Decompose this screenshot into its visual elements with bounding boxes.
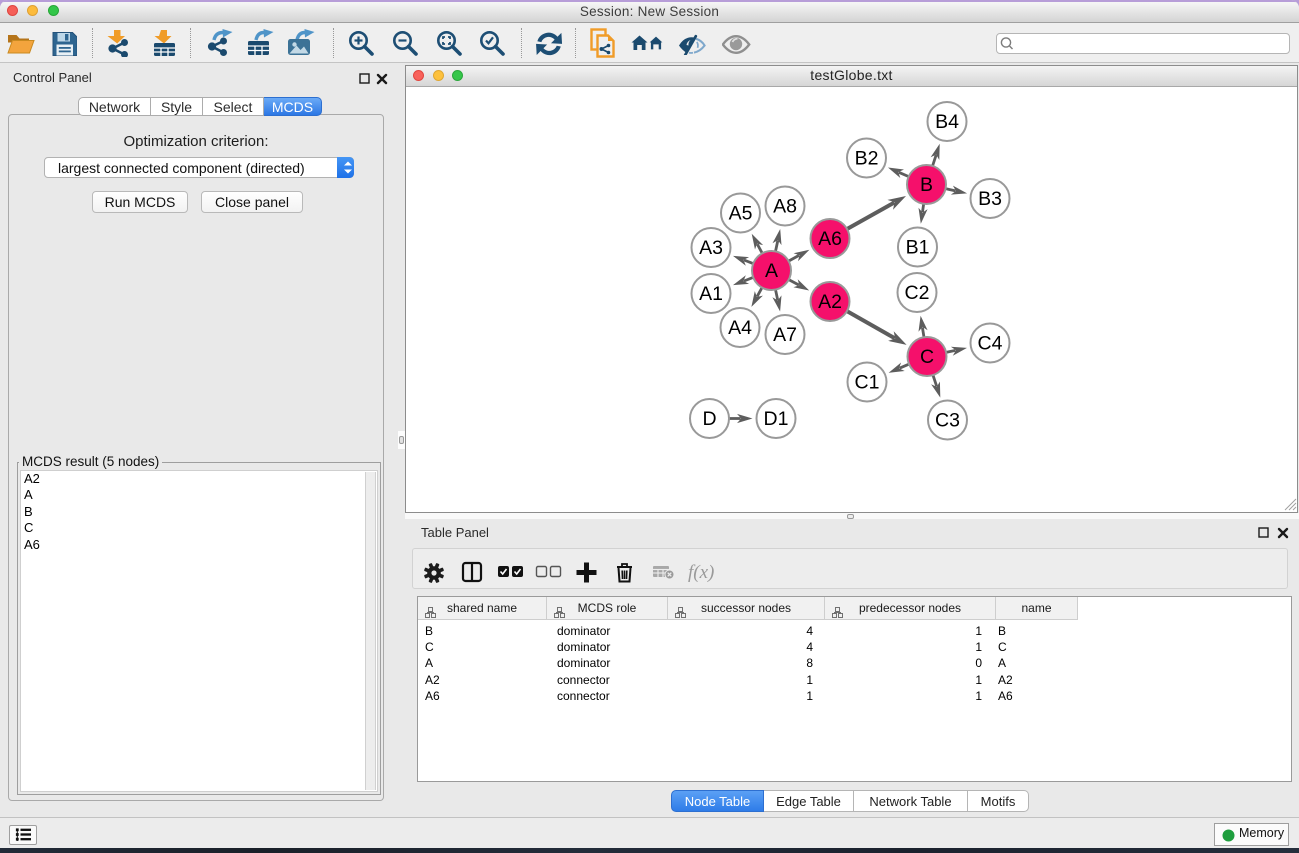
svg-text:C: C: [920, 346, 934, 368]
svg-text:C4: C4: [978, 333, 1003, 355]
svg-text:A6: A6: [818, 228, 842, 250]
svg-text:C3: C3: [935, 410, 960, 432]
svg-text:A7: A7: [773, 324, 797, 346]
svg-text:A2: A2: [818, 291, 842, 313]
svg-text:B1: B1: [906, 237, 930, 259]
svg-text:B2: B2: [855, 148, 879, 170]
svg-text:A3: A3: [699, 237, 723, 259]
svg-text:A8: A8: [773, 196, 797, 218]
svg-text:B3: B3: [978, 188, 1002, 210]
svg-text:f(x): f(x): [688, 562, 714, 583]
svg-text:C2: C2: [905, 282, 930, 304]
svg-text:D1: D1: [764, 408, 789, 430]
svg-text:A5: A5: [729, 203, 753, 225]
svg-text:C1: C1: [855, 372, 880, 394]
svg-text:D: D: [702, 408, 716, 430]
svg-text:B: B: [920, 174, 933, 196]
svg-text:B4: B4: [935, 111, 959, 133]
svg-text:A4: A4: [728, 317, 752, 339]
svg-text:A: A: [765, 260, 778, 282]
svg-text:A1: A1: [699, 283, 723, 305]
